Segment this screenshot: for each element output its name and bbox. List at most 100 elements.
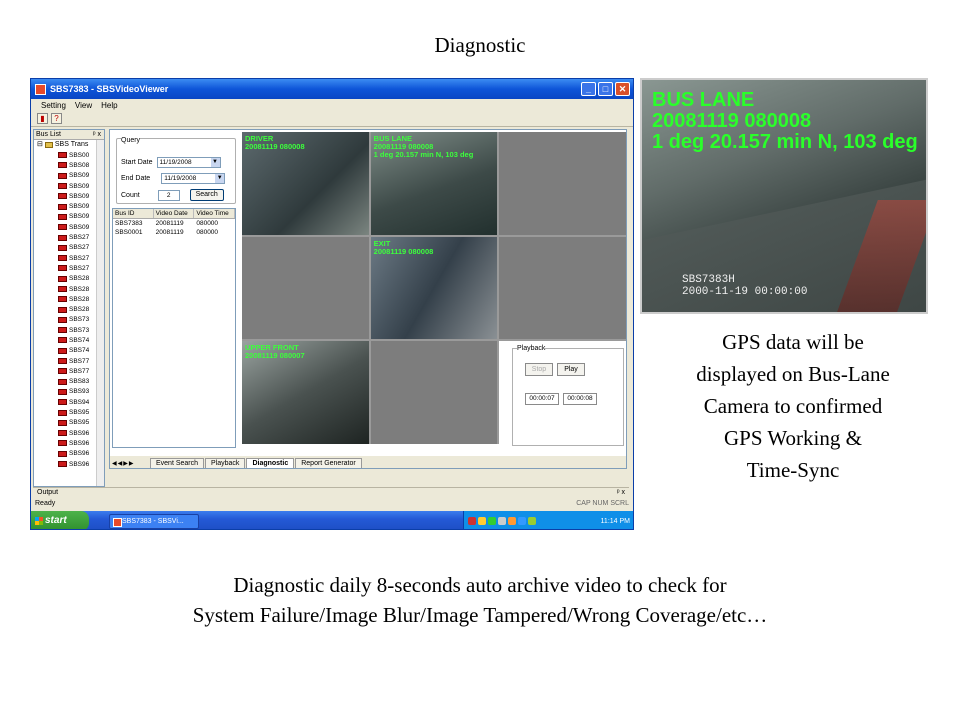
- close-button[interactable]: ✕: [615, 82, 630, 96]
- menu-setting[interactable]: Setting: [41, 101, 66, 110]
- bus-list-item[interactable]: SBS27: [34, 243, 104, 253]
- bus-icon: [58, 419, 67, 426]
- search-button[interactable]: Search: [189, 189, 224, 201]
- bus-list-item[interactable]: SBS08: [34, 160, 104, 170]
- window-titlebar[interactable]: SBS7383 - SBSVideoViewer _ □ ✕: [31, 79, 633, 99]
- bus-list-item[interactable]: SBS77: [34, 356, 104, 366]
- bus-list-item[interactable]: SBS09: [34, 222, 104, 232]
- start-button[interactable]: start: [31, 511, 89, 529]
- exit-icon[interactable]: ▮: [37, 113, 48, 124]
- bus-list-item[interactable]: SBS96: [34, 428, 104, 438]
- bus-list-item[interactable]: SBS09: [34, 171, 104, 181]
- tray-icon[interactable]: [518, 517, 526, 525]
- tab-playback[interactable]: Playback: [205, 458, 246, 468]
- help-icon[interactable]: ?: [51, 113, 62, 124]
- bus-list-item[interactable]: SBS74: [34, 346, 104, 356]
- end-date-input[interactable]: 11/19/2008 ▼: [161, 173, 226, 184]
- output-bar[interactable]: Output ᵖ x: [33, 487, 629, 497]
- bus-list-item[interactable]: SBS09: [34, 191, 104, 201]
- menu-help[interactable]: Help: [101, 101, 117, 110]
- bus-list-item[interactable]: SBS96: [34, 438, 104, 448]
- tab-nav-arrows[interactable]: ◀◀▶▶: [112, 460, 134, 467]
- tray-icon[interactable]: [488, 517, 496, 525]
- taskbar-item[interactable]: SBS7383 - SBSVi...: [109, 513, 199, 529]
- camera-bus-lane[interactable]: BUS LANE 20081119 080008 1 deg 20.157 min …: [370, 132, 498, 235]
- bus-list-item[interactable]: SBS28: [34, 294, 104, 304]
- camera-driver[interactable]: DRIVER 20081119 080008: [242, 132, 369, 235]
- start-date-input[interactable]: 11/19/2008 ▼: [156, 157, 221, 168]
- pin-icon[interactable]: ᵖ x: [93, 130, 101, 139]
- bus-list-item[interactable]: SBS28: [34, 284, 104, 294]
- bus-tree-items: SBS00 SBS08 SBS09 SBS09 SBS09 SBS09 SBS09 SBS09…: [34, 150, 104, 469]
- tray-icon[interactable]: [498, 517, 506, 525]
- tray-icon[interactable]: [468, 517, 476, 525]
- toolbar: ▮ ?: [31, 111, 633, 127]
- bus-list-item[interactable]: SBS00: [34, 150, 104, 160]
- col-video-date[interactable]: Video Date: [154, 209, 195, 218]
- bus-list-item[interactable]: SBS77: [34, 366, 104, 376]
- bus-list-item[interactable]: SBS96: [34, 449, 104, 459]
- bus-list-item[interactable]: SBS95: [34, 407, 104, 417]
- bus-list-item[interactable]: SBS93: [34, 387, 104, 397]
- bus-list-item[interactable]: SBS27: [34, 253, 104, 263]
- bus-list-item[interactable]: SBS27: [34, 263, 104, 273]
- camera-slot-empty[interactable]: [242, 236, 369, 340]
- system-tray: 11:14 PM: [463, 511, 633, 529]
- clock[interactable]: 11:14 PM: [601, 518, 630, 525]
- bus-icon: [58, 275, 67, 282]
- camera-slot-empty[interactable]: [499, 132, 626, 235]
- bus-icon: [58, 316, 67, 323]
- bus-list-item[interactable]: SBS73: [34, 325, 104, 335]
- bus-list-item[interactable]: SBS96: [34, 459, 104, 469]
- col-video-time[interactable]: Video Time: [194, 209, 236, 218]
- stop-button[interactable]: Stop: [525, 363, 553, 376]
- side-caption: GPS data will be displayed on Bus-Lane C…: [696, 330, 890, 482]
- count-input[interactable]: 2: [157, 189, 180, 201]
- play-button[interactable]: Play: [557, 363, 585, 376]
- bus-icon: [58, 306, 67, 313]
- chevron-down-icon[interactable]: ▼: [215, 174, 225, 183]
- maximize-button[interactable]: □: [598, 82, 613, 96]
- tray-icon[interactable]: [528, 517, 536, 525]
- bus-list-item[interactable]: SBS74: [34, 335, 104, 345]
- bus-icon: [58, 162, 67, 169]
- bus-list-item[interactable]: SBS94: [34, 397, 104, 407]
- bus-list-item[interactable]: SBS73: [34, 315, 104, 325]
- bus-list-item[interactable]: SBS83: [34, 377, 104, 387]
- bus-icon: [58, 337, 67, 344]
- camera-slot-empty[interactable]: [370, 341, 498, 444]
- pin-icon[interactable]: ᵖ x: [617, 488, 625, 497]
- bus-list-item[interactable]: SBS09: [34, 181, 104, 191]
- bus-icon: [58, 296, 67, 303]
- col-bus-id[interactable]: Bus ID: [113, 209, 154, 218]
- bus-icon: [58, 183, 67, 190]
- tray-icon[interactable]: [508, 517, 516, 525]
- chevron-down-icon[interactable]: ▼: [210, 158, 220, 167]
- bus-icon: [58, 388, 67, 395]
- bus-list-item[interactable]: SBS09: [34, 212, 104, 222]
- table-row[interactable]: SBS7383 20081119 080000: [113, 219, 235, 228]
- menu-view[interactable]: View: [75, 101, 92, 110]
- tab-event-search[interactable]: Event Search: [150, 458, 205, 468]
- bus-icon: [58, 203, 67, 210]
- table-row[interactable]: SBS0001 20081119 080000: [113, 228, 235, 237]
- tray-icon[interactable]: [478, 517, 486, 525]
- bus-list-scrollbar[interactable]: [96, 140, 104, 486]
- tab-diagnostic[interactable]: Diagnostic: [246, 458, 295, 468]
- bottom-caption: Diagnostic daily 8-seconds auto archive …: [192, 573, 768, 627]
- taskbar: start SBS7383 - SBSVi... 11:14 PM: [31, 511, 633, 529]
- bus-icon: [58, 152, 67, 159]
- camera-slot-empty[interactable]: [499, 236, 626, 340]
- camera-upper-front[interactable]: UPPER FRONT 20081119 080007: [242, 341, 369, 444]
- bus-list-item[interactable]: SBS09: [34, 201, 104, 211]
- bus-list-item[interactable]: SBS27: [34, 232, 104, 242]
- bus-list-item[interactable]: SBS95: [34, 418, 104, 428]
- camera-exit[interactable]: EXIT 20081119 080008: [370, 236, 498, 340]
- minimize-button[interactable]: _: [581, 82, 596, 96]
- bus-list-item[interactable]: SBS28: [34, 304, 104, 314]
- bus-list-item[interactable]: SBS28: [34, 274, 104, 284]
- tab-report-generator[interactable]: Report Generator: [295, 458, 362, 468]
- tree-root[interactable]: ⊟ SBS Trans: [34, 140, 104, 150]
- query-group: Query Start Date 11/19/2008 ▼ End Date 11…: [116, 137, 236, 204]
- camera-timestamp: SBS7383H 2000-11-19 00:00:00: [682, 274, 808, 298]
